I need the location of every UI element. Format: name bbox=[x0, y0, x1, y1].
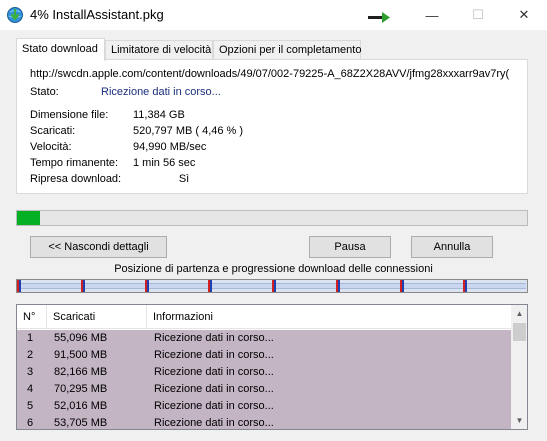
cell-info: Ricezione dati in corso... bbox=[154, 366, 274, 378]
table-scrollbar[interactable]: ▲ ▼ bbox=[511, 305, 527, 429]
cell-number: 4 bbox=[27, 383, 34, 395]
connections-caption: Posizione di partenza e progressione dow… bbox=[114, 263, 433, 275]
file-size-value: 11,384 GB bbox=[133, 109, 185, 121]
scroll-up-icon[interactable]: ▲ bbox=[511, 305, 527, 322]
cell-number: 2 bbox=[27, 349, 34, 361]
table-row[interactable]: 6 53,705 MB Ricezione dati in corso... bbox=[17, 415, 511, 429]
cell-info: Ricezione dati in corso... bbox=[154, 349, 274, 361]
cell-downloaded: 91,500 MB bbox=[54, 349, 108, 361]
tab-stato-download[interactable]: Stato download bbox=[16, 38, 105, 61]
window-title: 4% InstallAssistant.pkg bbox=[30, 7, 164, 22]
table-row[interactable]: 1 55,096 MB Ricezione dati in corso... bbox=[17, 330, 511, 347]
download-url: http://swcdn.apple.com/content/downloads… bbox=[30, 68, 510, 80]
status-value: Ricezione dati in corso... bbox=[101, 86, 221, 98]
connection-progress-marker bbox=[147, 280, 149, 292]
connection-progress-marker bbox=[210, 280, 212, 292]
connection-progress-marker bbox=[274, 280, 276, 292]
cell-number: 6 bbox=[27, 417, 34, 429]
cell-info: Ricezione dati in corso... bbox=[154, 383, 274, 395]
scroll-down-icon[interactable]: ▼ bbox=[511, 412, 527, 429]
column-header-info[interactable]: Informazioni bbox=[147, 305, 511, 329]
column-header-number[interactable]: N° bbox=[17, 305, 47, 329]
arrow-right-icon bbox=[368, 12, 390, 23]
cell-downloaded: 70,295 MB bbox=[54, 383, 108, 395]
resume-value: Sì bbox=[133, 173, 190, 185]
cell-number: 5 bbox=[27, 400, 34, 412]
resume-label: Ripresa download: bbox=[30, 173, 122, 185]
status-label: Stato: bbox=[30, 86, 59, 98]
table-header: N° Scaricati Informazioni bbox=[17, 305, 511, 329]
close-button[interactable]: ✕ bbox=[501, 0, 547, 30]
download-status-panel: http://swcdn.apple.com/content/downloads… bbox=[16, 59, 528, 194]
hide-details-button[interactable]: << Nascondi dettagli bbox=[30, 236, 167, 258]
downloaded-value: 520,797 MB ( 4,46 % ) bbox=[133, 125, 244, 137]
time-remaining-label: Tempo rimanente: bbox=[30, 157, 119, 169]
scroll-thumb[interactable] bbox=[513, 323, 526, 341]
speed-value: 94,990 MB/sec bbox=[133, 141, 207, 153]
connections-progress-track bbox=[16, 279, 528, 293]
table-row[interactable]: 2 91,500 MB Ricezione dati in corso... bbox=[17, 347, 511, 364]
cell-downloaded: 53,705 MB bbox=[54, 417, 108, 429]
globe-download-icon bbox=[7, 7, 23, 23]
connection-progress-marker bbox=[465, 280, 467, 292]
cancel-button[interactable]: Annulla bbox=[411, 236, 493, 258]
pause-button[interactable]: Pausa bbox=[309, 236, 391, 258]
minimize-button[interactable]: — bbox=[409, 0, 455, 30]
cell-downloaded: 52,016 MB bbox=[54, 400, 108, 412]
cell-info: Ricezione dati in corso... bbox=[154, 332, 274, 344]
table-row[interactable]: 5 52,016 MB Ricezione dati in corso... bbox=[17, 398, 511, 415]
cell-downloaded: 82,166 MB bbox=[54, 366, 108, 378]
connection-progress-marker bbox=[83, 280, 85, 292]
connections-table: N° Scaricati Informazioni 1 55,096 MB Ri… bbox=[16, 304, 528, 430]
time-remaining-value: 1 min 56 sec bbox=[133, 157, 196, 169]
table-body: 1 55,096 MB Ricezione dati in corso... 2… bbox=[17, 330, 511, 429]
cell-info: Ricezione dati in corso... bbox=[154, 417, 274, 429]
title-bar: 4% InstallAssistant.pkg — ☐ ✕ bbox=[0, 0, 547, 30]
cell-number: 1 bbox=[27, 332, 34, 344]
maximize-button[interactable]: ☐ bbox=[455, 0, 501, 30]
table-row[interactable]: 3 82,166 MB Ricezione dati in corso... bbox=[17, 364, 511, 381]
connection-progress-marker bbox=[338, 280, 340, 292]
table-row[interactable]: 4 70,295 MB Ricezione dati in corso... bbox=[17, 381, 511, 398]
tab-limitatore-velocita[interactable]: Limitatore di velocità bbox=[105, 40, 213, 60]
cell-number: 3 bbox=[27, 366, 34, 378]
connection-progress-marker bbox=[402, 280, 404, 292]
downloaded-label: Scaricati: bbox=[30, 125, 76, 137]
download-progress-bar bbox=[16, 210, 528, 226]
cell-downloaded: 55,096 MB bbox=[54, 332, 108, 344]
connection-progress-marker bbox=[19, 280, 21, 292]
tab-opzioni-completamento[interactable]: Opzioni per il completamento bbox=[213, 40, 361, 60]
cell-info: Ricezione dati in corso... bbox=[154, 400, 274, 412]
speed-label: Velocità: bbox=[30, 141, 72, 153]
progress-fill bbox=[17, 211, 40, 225]
column-header-downloaded[interactable]: Scaricati bbox=[47, 305, 147, 329]
file-size-label: Dimensione file: bbox=[30, 109, 109, 121]
